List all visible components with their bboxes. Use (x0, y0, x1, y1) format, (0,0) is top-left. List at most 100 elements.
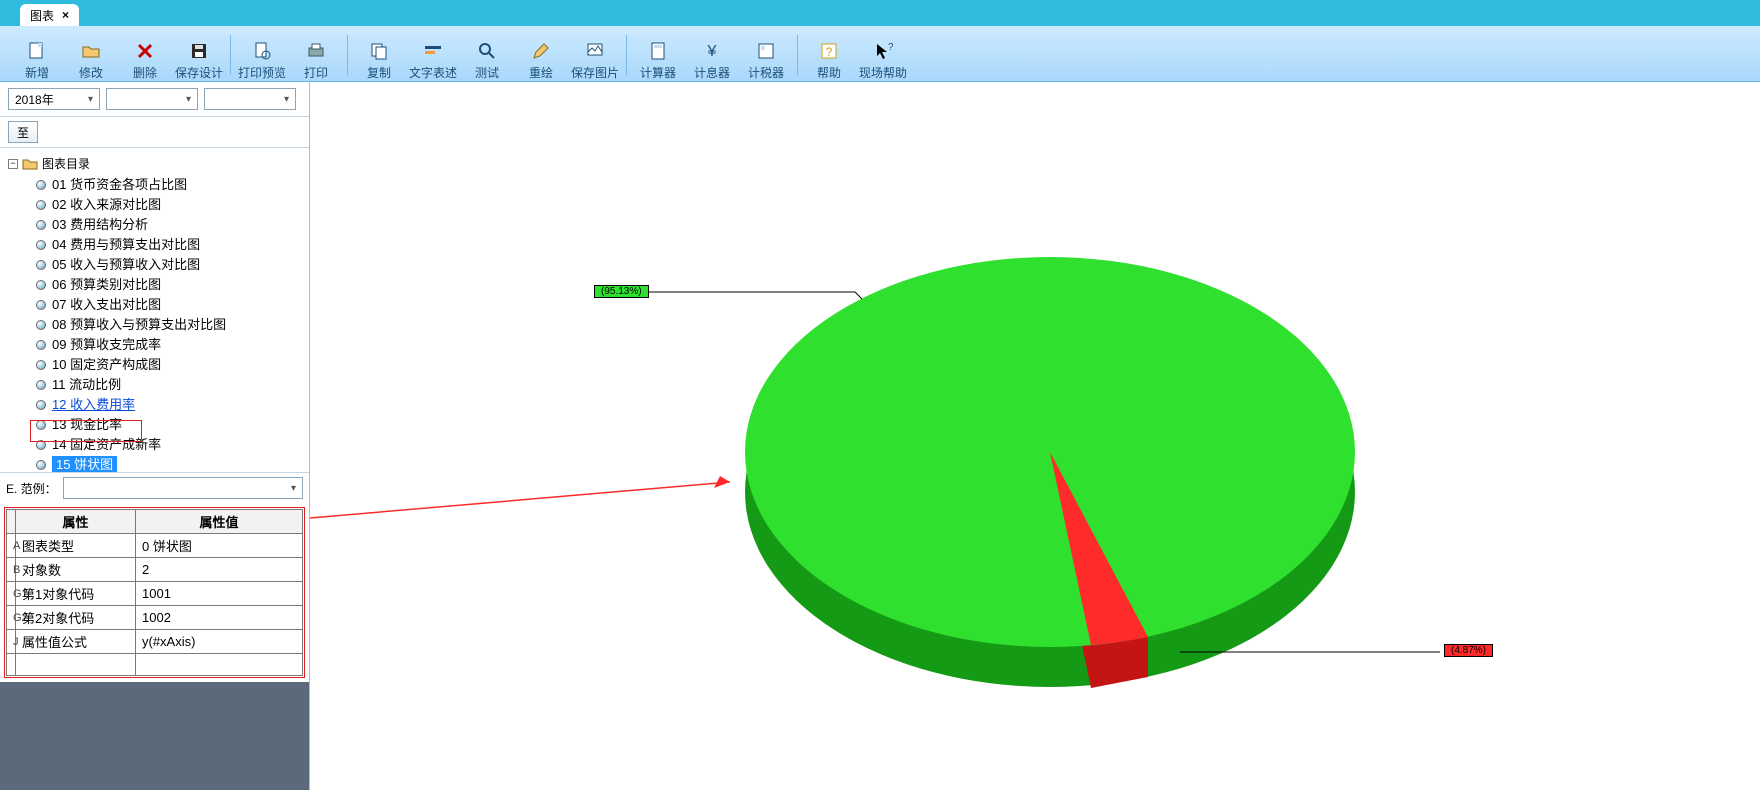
print-icon (305, 40, 327, 62)
cursor-help-icon: ? (872, 40, 894, 62)
text-desc-button[interactable]: 文字表述 (406, 31, 460, 81)
tree-item-07[interactable]: 07 收入支出对比图 (34, 295, 303, 315)
chart-node-icon (36, 460, 46, 470)
table-row[interactable]: G1第1对象代码1001 (7, 582, 303, 606)
chart-node-icon (36, 260, 46, 270)
folder-open-icon (80, 40, 102, 62)
tree-item-01[interactable]: 01 货币资金各项占比图 (34, 175, 303, 195)
print-preview-icon (251, 40, 273, 62)
copy-icon (368, 40, 390, 62)
toolbar-separator (347, 35, 348, 75)
chart-area: (95.13%) (4.87%) (310, 82, 1760, 790)
tree-item-02[interactable]: 02 收入来源对比图 (34, 195, 303, 215)
pie-chart (310, 82, 1760, 782)
tree-item-label: 14 固定资产成新率 (52, 436, 161, 454)
left-panel: 2018年 ▾ ▾ ▾ 至 − 图表目录 01 货币资金各项占比图 02 收入来源… (0, 82, 310, 790)
table-row[interactable]: G2第2对象代码1002 (7, 606, 303, 630)
combo-2[interactable]: ▾ (106, 88, 198, 110)
combo-3[interactable]: ▾ (204, 88, 296, 110)
yen-icon: ¥ (701, 40, 723, 62)
tax-calc-button[interactable]: 计税器 (739, 31, 793, 81)
prop-name: 对象数 (16, 558, 136, 582)
chart-node-icon (36, 280, 46, 290)
to-button[interactable]: 至 (8, 121, 38, 143)
tree-item-09[interactable]: 09 预算收支完成率 (34, 335, 303, 355)
new-button[interactable]: 新增 (10, 31, 64, 81)
tree-item-label: 02 收入来源对比图 (52, 196, 161, 214)
timer-button[interactable]: ¥ 计息器 (685, 31, 739, 81)
chart-node-icon (36, 340, 46, 350)
year-combo[interactable]: 2018年 ▾ (8, 88, 100, 110)
to-row: 至 (0, 117, 309, 148)
save-design-button[interactable]: 保存设计 (172, 31, 226, 81)
tree-item-13[interactable]: 13 现金比率 (34, 415, 303, 435)
svg-text:¥: ¥ (707, 43, 717, 60)
prop-name: 属性值公式 (16, 630, 136, 654)
table-row[interactable]: J属性值公式y(#xAxis) (7, 630, 303, 654)
toolbar-separator (230, 35, 231, 75)
tree-item-label: 08 预算收入与预算支出对比图 (52, 316, 226, 334)
tree-item-label: 09 预算收支完成率 (52, 336, 161, 354)
table-row[interactable]: A图表类型0 饼状图 (7, 534, 303, 558)
print-preview-button[interactable]: 打印预览 (235, 31, 289, 81)
tree-root[interactable]: − 图表目录 (6, 154, 303, 173)
toolbar-separator (626, 35, 627, 75)
file-new-icon (26, 40, 48, 62)
bottom-bar (0, 682, 309, 790)
example-combo[interactable]: ▾ (63, 477, 303, 499)
table-row[interactable]: B对象数2 (7, 558, 303, 582)
live-help-button[interactable]: ? 现场帮助 (856, 31, 910, 81)
chart-node-icon (36, 200, 46, 210)
chevron-down-icon: ▾ (291, 483, 296, 494)
tree-item-06[interactable]: 06 预算类别对比图 (34, 275, 303, 295)
close-icon[interactable]: × (62, 8, 69, 22)
chart-node-icon (36, 220, 46, 230)
pie-label-2: (4.87%) (1444, 644, 1493, 657)
chevron-down-icon: ▾ (88, 94, 93, 105)
save-icon (188, 40, 210, 62)
tree-root-label: 图表目录 (42, 155, 90, 172)
year-value: 2018年 (15, 91, 54, 108)
pie-label-1: (95.13%) (594, 285, 649, 298)
delete-button[interactable]: 删除 (118, 31, 172, 81)
example-row: E. 范例： ▾ (0, 472, 309, 503)
chart-node-icon (36, 360, 46, 370)
repaint-button[interactable]: 重绘 (514, 31, 568, 81)
main-area: 2018年 ▾ ▾ ▾ 至 − 图表目录 01 货币资金各项占比图 02 收入来源… (0, 82, 1760, 790)
calculator-button[interactable]: 计算器 (631, 31, 685, 81)
tree-item-08[interactable]: 08 预算收入与预算支出对比图 (34, 315, 303, 335)
collapse-icon[interactable]: − (8, 159, 18, 169)
tree-item-15[interactable]: 15 饼状图 (34, 455, 303, 472)
tree-item-04[interactable]: 04 费用与预算支出对比图 (34, 235, 303, 255)
help-button[interactable]: ? 帮助 (802, 31, 856, 81)
tree-item-05[interactable]: 05 收入与预算收入对比图 (34, 255, 303, 275)
example-label: E. 范例： (6, 480, 57, 497)
save-image-button[interactable]: 保存图片 (568, 31, 622, 81)
chart-node-icon (36, 380, 46, 390)
tree-item-14[interactable]: 14 固定资产成新率 (34, 435, 303, 455)
col-attr: 属性 (16, 510, 136, 534)
svg-text:?: ? (888, 42, 893, 53)
tree-item-label: 01 货币资金各项占比图 (52, 176, 187, 194)
tree-item-11[interactable]: 11 流动比例 (34, 375, 303, 395)
copy-button[interactable]: 复制 (352, 31, 406, 81)
tree-item-label: 04 费用与预算支出对比图 (52, 236, 200, 254)
tree-item-12[interactable]: 12 收入费用率 (34, 395, 303, 415)
edit-button[interactable]: 修改 (64, 31, 118, 81)
tree-item-label: 13 现金比率 (52, 416, 122, 434)
print-button[interactable]: 打印 (289, 31, 343, 81)
prop-name: 第1对象代码 (16, 582, 136, 606)
magnifier-icon (476, 40, 498, 62)
table-row[interactable] (7, 654, 303, 676)
tree-item-10[interactable]: 10 固定资产构成图 (34, 355, 303, 375)
test-button[interactable]: 测试 (460, 31, 514, 81)
tab-label: 图表 (30, 7, 54, 24)
prop-value: 0 饼状图 (136, 534, 303, 558)
tab-chart[interactable]: 图表 × (20, 4, 79, 26)
tab-bar: 图表 × (0, 0, 1760, 26)
tree-item-03[interactable]: 03 费用结构分析 (34, 215, 303, 235)
prop-name: 第2对象代码 (16, 606, 136, 630)
help-icon: ? (818, 40, 840, 62)
calculator-icon (647, 40, 669, 62)
chart-node-icon (36, 400, 46, 410)
